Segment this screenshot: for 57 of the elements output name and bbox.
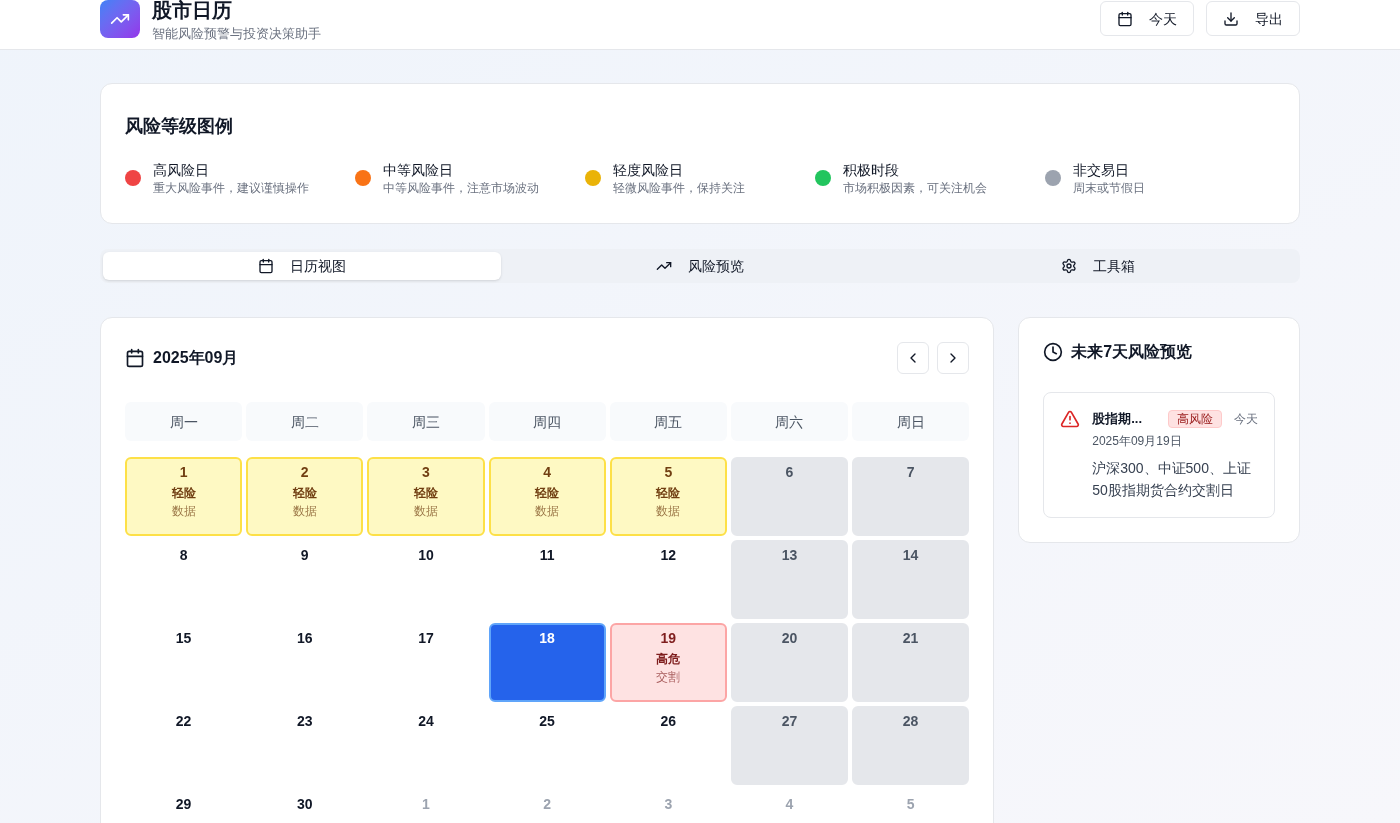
legend-label: 非交易日 bbox=[1073, 161, 1130, 180]
event-card[interactable]: 股指期... 高风险 今天 2025年09月19日 沪深300、中证500、上证50股指期货合约交割日 bbox=[1043, 392, 1275, 518]
weekday-header: 周五 bbox=[609, 402, 727, 441]
weekday-header: 周一 bbox=[125, 402, 243, 441]
app-title: 股市日历 bbox=[152, 0, 233, 23]
legend-description: 轻微风险事件，保持关注 bbox=[613, 180, 745, 196]
settings-icon bbox=[1061, 258, 1077, 274]
legend-description: 周末或节假日 bbox=[1073, 180, 1145, 196]
event-description: 沪深300、中证500、上证50股指期货合约交割日 bbox=[1092, 458, 1252, 500]
today-button[interactable]: 今天 bbox=[1100, 1, 1194, 36]
day-cell[interactable]: 1 轻险 数据 bbox=[125, 457, 243, 536]
legend-label: 轻度风险日 bbox=[613, 161, 684, 180]
calendar-icon bbox=[1117, 10, 1133, 27]
weekday-header: 周二 bbox=[246, 402, 364, 441]
weekday-header: 周四 bbox=[488, 402, 606, 441]
day-cell[interactable]: 7 bbox=[852, 457, 970, 536]
clock-icon bbox=[1043, 342, 1064, 362]
risk-badge: 高风险 bbox=[1168, 409, 1222, 428]
view-tab[interactable]: 日历视图 bbox=[103, 252, 501, 280]
calendar-icon bbox=[258, 258, 274, 274]
view-tab[interactable]: 风险预览 bbox=[501, 252, 899, 280]
legend-description: 中等风险事件，注意市场波动 bbox=[383, 180, 539, 196]
preview-title: 未来7天风险预览 bbox=[1071, 342, 1193, 362]
day-cell[interactable]: 27 bbox=[730, 706, 849, 785]
weekday-header: 周日 bbox=[852, 402, 970, 441]
view-tab[interactable]: 工具箱 bbox=[899, 252, 1297, 280]
event-date: 2025年09月19日 bbox=[1092, 432, 1183, 449]
next-month-button[interactable] bbox=[937, 342, 970, 374]
day-cell[interactable]: 5 轻险 数据 bbox=[609, 457, 727, 536]
month-title: 2025年09月 bbox=[153, 348, 239, 368]
event-title: 股指期... bbox=[1092, 410, 1143, 428]
day-cell[interactable]: 28 bbox=[852, 706, 970, 785]
day-cell[interactable]: 19 高危 交割 bbox=[609, 623, 727, 702]
legend-description: 市场积极因素，可关注机会 bbox=[843, 180, 987, 196]
legend-label: 积极时段 bbox=[843, 161, 900, 180]
day-cell[interactable]: 21 bbox=[852, 623, 970, 702]
warning-icon bbox=[1060, 409, 1081, 429]
day-cell[interactable]: 6 bbox=[730, 457, 849, 536]
calendar-icon bbox=[125, 348, 145, 368]
day-cell[interactable]: 18 bbox=[488, 623, 606, 702]
legend-description: 重大风险事件，建议谨慎操作 bbox=[153, 180, 309, 196]
day-cell[interactable]: 13 bbox=[730, 540, 849, 619]
weekday-header: 周三 bbox=[367, 402, 485, 441]
app-subtitle: 智能风险预警与投资决策助手 bbox=[152, 25, 321, 43]
legend-label: 中等风险日 bbox=[383, 161, 454, 180]
day-cell[interactable]: 14 bbox=[852, 540, 970, 619]
day-cell[interactable]: 4 轻险 数据 bbox=[488, 457, 606, 536]
day-cell[interactable]: 20 bbox=[730, 623, 849, 702]
day-cell[interactable]: 3 轻险 数据 bbox=[367, 457, 485, 536]
legend-title: 风险等级图例 bbox=[125, 115, 234, 138]
weekday-header: 周六 bbox=[730, 402, 849, 441]
legend-label: 高风险日 bbox=[153, 161, 210, 180]
download-icon bbox=[1223, 10, 1239, 27]
event-when: 今天 bbox=[1234, 410, 1258, 427]
day-cell[interactable]: 2 轻险 数据 bbox=[246, 457, 364, 536]
previous-month-button[interactable] bbox=[897, 342, 930, 374]
export-button[interactable]: 导出 bbox=[1206, 1, 1300, 36]
